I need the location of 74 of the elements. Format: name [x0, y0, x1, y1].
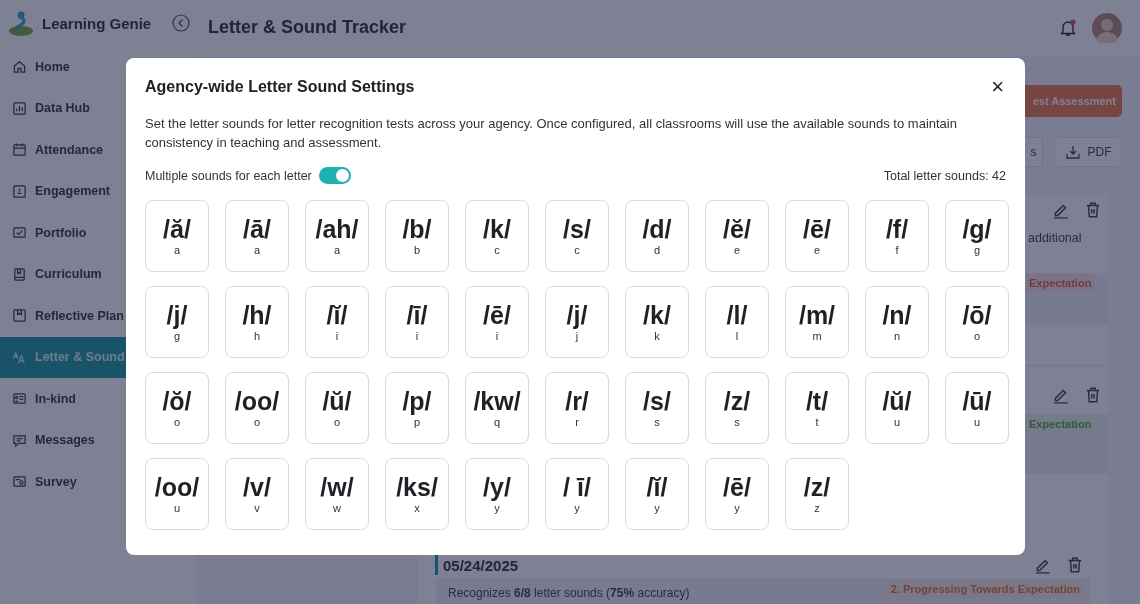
sound-tile[interactable]: /g/ g [945, 200, 1009, 272]
sound-tile[interactable]: /ī/ i [385, 286, 449, 358]
sound-tile[interactable]: /z/ s [705, 372, 769, 444]
survey-icon [12, 474, 27, 490]
dialog-title: Agency-wide Letter Sound Settings [145, 78, 415, 96]
toggle-label: Multiple sounds for each letter [145, 168, 312, 183]
record-date: 05/24/2025 [443, 556, 519, 574]
status-tag: Expectation [1025, 415, 1096, 433]
sound-tile[interactable]: /v/ v [225, 458, 289, 530]
summary-text: Recognizes 6/8 letter sounds (75% accuracy) [448, 586, 690, 600]
close-button[interactable]: × [991, 76, 1004, 98]
sound-tile[interactable]: /kw/ q [465, 372, 529, 444]
sound-tile[interactable]: /t/ t [785, 372, 849, 444]
status-tag: Expectation [1025, 274, 1096, 292]
delete-icon[interactable] [1084, 386, 1102, 404]
sound-tile[interactable]: /p/ p [385, 372, 449, 444]
sound-tile[interactable]: /ā/ a [225, 200, 289, 272]
sound-tile[interactable]: /m/ m [785, 286, 849, 358]
pdf-button[interactable]: PDF [1054, 137, 1122, 167]
sound-tile[interactable]: /f/ f [865, 200, 929, 272]
sound-tile[interactable]: /ē/ i [465, 286, 529, 358]
sound-tile[interactable]: /ĕ/ e [705, 200, 769, 272]
sound-tile[interactable]: /y/ y [465, 458, 529, 530]
sound-tile[interactable]: /oo/ o [225, 372, 289, 444]
sound-tile[interactable]: /b/ b [385, 200, 449, 272]
avatar[interactable] [1092, 12, 1122, 43]
app-name: Learning Genie [42, 14, 153, 32]
sound-tile[interactable]: /s/ s [625, 372, 689, 444]
sound-tile[interactable]: /z/ z [785, 458, 849, 530]
sound-tile[interactable]: /w/ w [305, 458, 369, 530]
sound-tile[interactable]: /h/ h [225, 286, 289, 358]
sound-tile[interactable]: /j/ j [545, 286, 609, 358]
home-icon [12, 59, 27, 75]
sound-tile[interactable]: /ah/ a [305, 200, 369, 272]
book-icon [12, 266, 27, 282]
letters-icon [12, 349, 27, 365]
calendar-icon [12, 142, 27, 158]
genie-logo-icon [8, 10, 34, 36]
toggle-switch[interactable] [318, 167, 351, 184]
dialog-description: Set the letter sounds for letter recognition tests across your agency. Once configured, all classrooms will use the available sounds to maintain consistency in teaching and assessment. [145, 115, 958, 152]
page-title: Letter & Sound Tracker [208, 17, 407, 38]
sound-tile[interactable]: /j/ g [145, 286, 209, 358]
sound-tile[interactable]: /n/ n [865, 286, 929, 358]
message-icon [12, 432, 27, 448]
sound-tile[interactable]: /ē/ y [705, 458, 769, 530]
sound-tile[interactable]: /ks/ x [385, 458, 449, 530]
sound-tile[interactable]: /ĭ/ y [625, 458, 689, 530]
sound-tile[interactable]: /ă/ a [145, 200, 209, 272]
sound-tile[interactable]: /ō/ o [945, 286, 1009, 358]
sound-tile[interactable]: /ŏ/ o [145, 372, 209, 444]
chart-icon [12, 100, 27, 116]
portfolio-icon [12, 225, 27, 241]
notification-bell-icon[interactable] [1058, 17, 1078, 38]
sound-tile[interactable]: /ŭ/ o [305, 372, 369, 444]
delete-icon[interactable] [1084, 201, 1102, 219]
total-count: Total letter sounds: 42 [883, 168, 1006, 183]
sound-tile[interactable]: /ū/ u [945, 372, 1009, 444]
collapse-icon[interactable] [172, 14, 190, 32]
sound-tile[interactable]: /l/ l [705, 286, 769, 358]
sound-tile[interactable]: /d/ d [625, 200, 689, 272]
sound-tile[interactable]: /oo/ u [145, 458, 209, 530]
sound-tile[interactable]: / ī/ y [545, 458, 609, 530]
sound-tile[interactable]: /k/ c [465, 200, 529, 272]
sound-tile[interactable]: /s/ c [545, 200, 609, 272]
filter-button[interactable]: s [1025, 137, 1043, 167]
sound-tile[interactable]: /r/ r [545, 372, 609, 444]
sound-tile[interactable]: /ē/ e [785, 200, 849, 272]
download-icon [1064, 144, 1081, 160]
sound-tile[interactable]: /k/ k [625, 286, 689, 358]
delete-icon[interactable] [1066, 556, 1084, 574]
record-text: additional [1027, 231, 1083, 245]
sound-tile[interactable]: /ŭ/ u [865, 372, 929, 444]
status-tag: 2. Progressing Towards Expectation [886, 580, 1084, 598]
sound-tile[interactable]: /ĭ/ i [305, 286, 369, 358]
